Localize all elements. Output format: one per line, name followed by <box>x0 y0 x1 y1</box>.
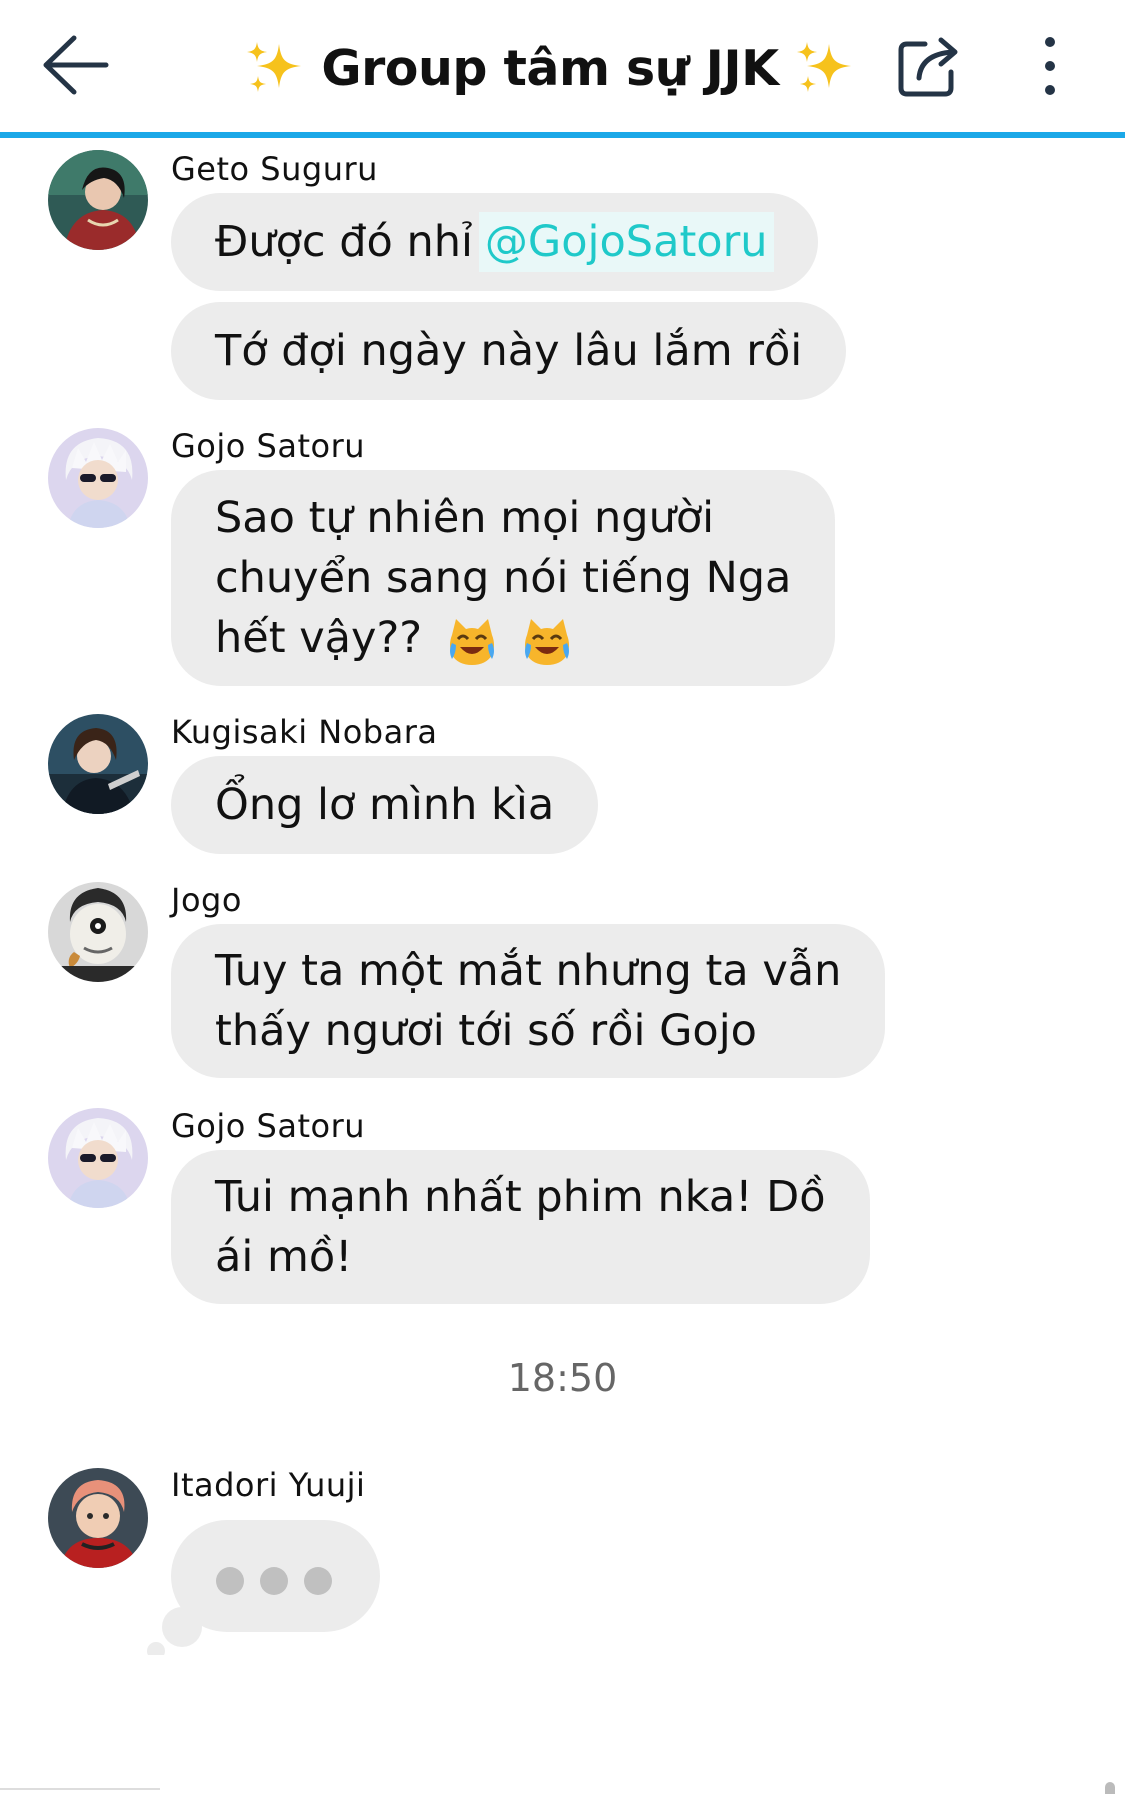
header-divider <box>0 132 1125 138</box>
chat-header: Group tâm sự JJK <box>0 0 1125 138</box>
sparkles-icon <box>247 42 302 92</box>
avatar-geto-suguru[interactable] <box>48 150 148 250</box>
crying-laughing-cat-emoji-icon <box>449 618 494 665</box>
timestamp: 18:50 <box>507 1356 618 1400</box>
message-text: Ổng lơ mình kìa <box>215 780 555 830</box>
sender-name: Gojo Satoru <box>171 1107 365 1145</box>
avatar-kugisaki-nobara[interactable] <box>48 714 148 814</box>
message-bubble[interactable]: Tớ đợi ngày này lâu lắm rồi <box>171 302 847 400</box>
avatar-jogo[interactable] <box>48 882 148 982</box>
sender-name: Itadori Yuuji <box>171 1466 366 1504</box>
sparkles-icon <box>796 42 851 92</box>
message-bubble[interactable]: Tuy ta một mắt nhưng ta vẫn thấy ngươi t… <box>171 924 886 1078</box>
scroll-indicator <box>1105 1782 1115 1794</box>
back-arrow-icon[interactable] <box>40 32 110 98</box>
message-text-line: chuyển sang nói tiếng Nga <box>215 553 792 603</box>
avatar-itadori-yuuji[interactable] <box>48 1468 148 1568</box>
crying-laughing-cat-emoji-icon <box>525 618 570 665</box>
bottom-divider <box>0 1788 160 1790</box>
more-vertical-icon[interactable] <box>1032 34 1068 98</box>
message-text-line: Tui mạnh nhất phim nka! Dồ <box>215 1172 826 1222</box>
message-text-line: thấy ngươi tới số rồi Gojo <box>215 1006 757 1056</box>
message-text: Tớ đợi ngày này lâu lắm rồi <box>215 326 803 376</box>
message-bubble[interactable]: Ổng lơ mình kìa <box>171 756 599 854</box>
message-bubble[interactable]: Được đó nhỉ @GojoSatoru <box>171 193 818 291</box>
mention-link[interactable]: @GojoSatoru <box>478 212 774 272</box>
avatar-gojo-satoru[interactable] <box>48 428 148 528</box>
sender-name: Kugisaki Nobara <box>171 713 438 751</box>
chat-title-text: Group tâm sự JJK <box>321 39 779 97</box>
sender-name: Geto Suguru <box>171 150 378 188</box>
message-text-line: ái mồ! <box>215 1232 353 1282</box>
message-text-line: Tuy ta một mắt nhưng ta vẫn <box>215 946 842 996</box>
message-text: Được đó nhỉ <box>215 217 473 267</box>
sender-name: Jogo <box>171 881 242 919</box>
typing-indicator-icon <box>147 1520 380 1655</box>
message-bubble[interactable]: Sao tự nhiên mọi người chuyển sang nói t… <box>171 470 836 686</box>
chat-title[interactable]: Group tâm sự JJK <box>240 30 860 106</box>
message-text-line: hết vậy?? <box>215 613 423 663</box>
avatar-gojo-satoru[interactable] <box>48 1108 148 1208</box>
sender-name: Gojo Satoru <box>171 427 365 465</box>
message-bubble[interactable]: Tui mạnh nhất phim nka! Dồ ái mồ! <box>171 1150 870 1304</box>
message-text-line: Sao tự nhiên mọi người <box>215 493 715 543</box>
share-icon[interactable] <box>895 34 961 98</box>
